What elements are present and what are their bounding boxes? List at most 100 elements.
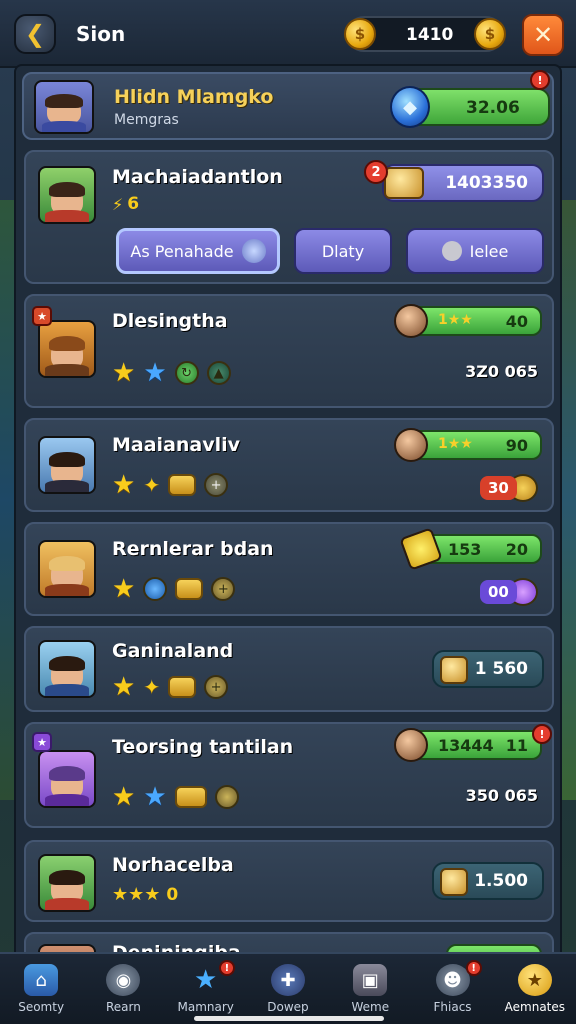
- player-name: Ganinaland: [112, 640, 234, 662]
- player-avatar: [38, 320, 96, 378]
- player-name: Dlesingtha: [112, 310, 228, 332]
- coin-icon: [214, 785, 239, 809]
- featured-player-card[interactable]: Machaiadantlon ⚡ 6 1403350 2 As Penahade…: [24, 150, 554, 284]
- coin-balance: $ 1410 $: [344, 16, 506, 52]
- close-x-icon: ✕: [532, 21, 554, 49]
- player-row[interactable]: Maaianavliv 1★★ 90 ★ ✦ + 30: [24, 418, 554, 512]
- back-arrow-icon: ❮: [24, 20, 46, 48]
- nav-item-dowep[interactable]: ✚ Dowep: [247, 954, 329, 1024]
- back-button[interactable]: ❮: [14, 14, 56, 54]
- small-star-icon: ✦: [143, 675, 161, 699]
- rank-shield-icon: ★: [32, 306, 52, 326]
- delete-label: Ielee: [469, 241, 509, 261]
- treasure-icon: [384, 167, 424, 199]
- page-title: Sion: [76, 22, 126, 46]
- score-value: 11: [505, 735, 528, 755]
- pill-stars: 1★★: [438, 312, 473, 328]
- nav-item-mamnary[interactable]: ★ Mamnary !: [165, 954, 247, 1024]
- row-notification-badge: !: [532, 724, 552, 744]
- gold-bar-icon: [168, 676, 197, 698]
- score-prefix: 13444: [438, 735, 494, 755]
- gem-value: 32.06: [466, 98, 520, 118]
- player-rating: ★★★ 0: [112, 884, 178, 905]
- close-button[interactable]: ✕: [522, 14, 564, 56]
- player-row[interactable]: Rernlerar bdan 153 20 ★ + 00: [24, 522, 554, 616]
- nav-item-aemnates[interactable]: ★ Aemnates: [494, 954, 576, 1024]
- nav-item-rearn[interactable]: ◉ Rearn: [82, 954, 164, 1024]
- player-value: 1 560: [474, 659, 528, 679]
- score-value: 20: [505, 539, 528, 559]
- nav-item-seomty[interactable]: ⌂ Seomty: [0, 954, 82, 1024]
- player-name: Maaianavliv: [112, 434, 241, 456]
- gold-bar-icon: [174, 786, 207, 808]
- gold-star-icon: ★: [112, 782, 136, 812]
- map-icon: ▣: [353, 964, 388, 996]
- treasure-icon: [440, 656, 468, 684]
- nav-label: Fhiacs: [433, 1000, 472, 1014]
- home-indicator[interactable]: [194, 1016, 384, 1021]
- gear-icon: [441, 241, 462, 261]
- plus-icon: +: [211, 577, 236, 601]
- arrow-icon: ▲: [206, 361, 231, 385]
- bolt-icon: ⚡: [112, 194, 124, 214]
- friends-icon: ☻: [435, 964, 470, 996]
- nav-notification-badge: !: [218, 960, 235, 976]
- delete-button[interactable]: Ielee: [406, 228, 544, 274]
- nav-label: Aemnates: [504, 1000, 566, 1014]
- player-rewards: ★ ★ ↻ ▲: [112, 360, 231, 386]
- reward-badges: 30: [480, 474, 538, 502]
- nav-item-weme[interactable]: ▣ Weme: [329, 954, 411, 1024]
- player-rewards: ★ +: [112, 576, 236, 602]
- featured-currency: 1403350: [382, 164, 544, 202]
- player-score-pill: 13444 11: [394, 728, 542, 762]
- player-row[interactable]: ★ Teorsing tantilan 13444 11 ! ★ ★ 350 0…: [24, 722, 554, 828]
- rank-shield-icon: ★: [32, 732, 52, 752]
- primary-action-button[interactable]: As Penahade: [116, 228, 280, 274]
- character-icon: [241, 239, 266, 263]
- dpad-icon: ✚: [270, 964, 305, 996]
- plus-icon: +: [204, 473, 229, 497]
- gem-balance[interactable]: ◆ 32.06: [390, 86, 550, 128]
- nav-label: Mamnary: [177, 1000, 234, 1014]
- player-score-pill: 153 20: [399, 527, 542, 571]
- play-button[interactable]: Dlaty: [294, 228, 392, 274]
- player-avatar: [38, 640, 96, 698]
- gold-bar-icon: [168, 474, 197, 496]
- coin-icon: $: [344, 18, 376, 50]
- player-rewards: ★ ✦ +: [112, 672, 229, 702]
- trophy-icon: ★: [517, 964, 552, 996]
- nav-label: Weme: [351, 1000, 390, 1014]
- player-row[interactable]: Ganinaland 1 560 ★ ✦ +: [24, 626, 554, 712]
- player-value-pill: 1 560: [432, 650, 544, 688]
- gold-star-icon: ★: [112, 358, 136, 388]
- profile-card[interactable]: Hlidn Mlamgko Memgras ◆ 32.06 !: [22, 70, 554, 140]
- reward-count: 30: [480, 476, 517, 500]
- player-score-pill: 1★★ 40: [394, 304, 542, 338]
- top-bar: ❮ Sion $ 1410 $ ✕: [0, 0, 576, 68]
- treasure-icon: [440, 868, 468, 896]
- player-rewards: ★ ★: [112, 784, 239, 810]
- reward-count: 00: [480, 580, 517, 604]
- pin-icon: [143, 577, 168, 601]
- score-value: 90: [505, 435, 528, 455]
- coin-value: 1410: [406, 25, 454, 45]
- ticket-icon: [399, 527, 443, 571]
- nav-label: Rearn: [105, 1000, 141, 1014]
- blue-star-icon: ★: [143, 782, 167, 812]
- score-value: 40: [505, 311, 528, 331]
- leaderboard-panel: Hlidn Mlamgko Memgras ◆ 32.06 ! Machaiad…: [14, 64, 562, 964]
- nav-item-fhiacs[interactable]: ☻ Fhiacs !: [411, 954, 493, 1024]
- player-name: Machaiadantlon: [112, 166, 283, 188]
- add-coins-icon[interactable]: $: [474, 18, 506, 50]
- helmet-icon: ◉: [106, 964, 141, 996]
- player-row[interactable]: ★ Dlesingtha 1★★ 40 ★ ★ ↻ ▲ 3Z0 065: [24, 294, 554, 408]
- nav-notification-badge: !: [465, 960, 482, 976]
- player-level: ⚡ 6: [112, 194, 139, 214]
- player-value: 1.500: [474, 871, 528, 891]
- gold-star-icon: ★: [112, 672, 136, 702]
- player-row[interactable]: Norhacelba 1.500 ★★★ 0: [24, 840, 554, 922]
- small-star-icon: ✦: [143, 473, 161, 497]
- player-score-pill: 1★★ 90: [394, 428, 542, 462]
- rating-stars-icon: ★★★: [112, 884, 161, 905]
- player-name: Norhacelba: [112, 854, 234, 876]
